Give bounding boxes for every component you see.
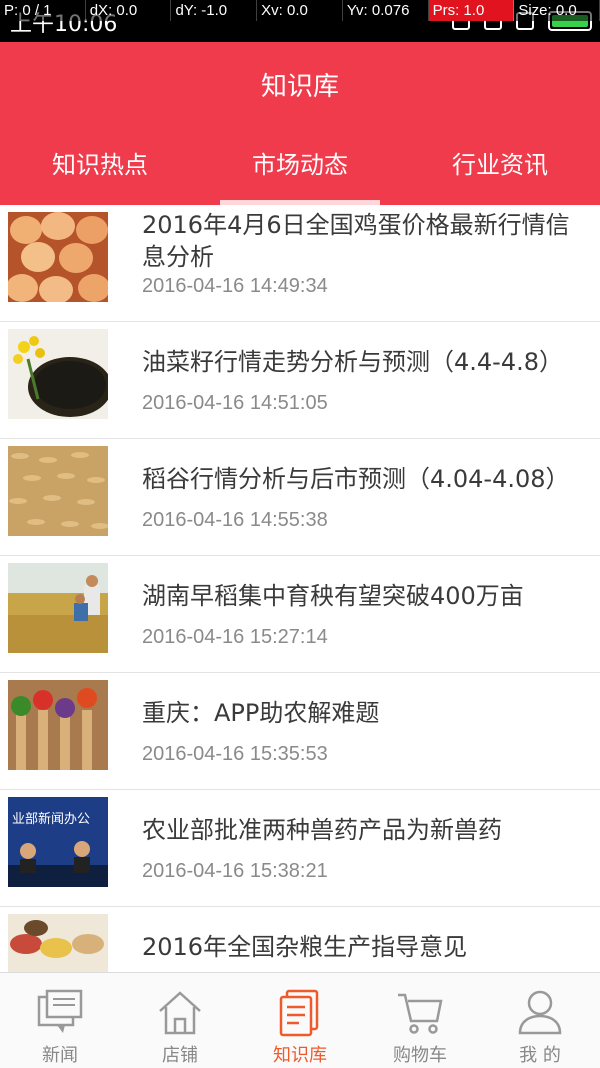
list-item[interactable]: 湖南早稻集中育秧有望突破400万亩 2016-04-16 15:27:14 — [0, 556, 600, 673]
rice-field-thumbnail — [8, 563, 108, 653]
article-date: 2016-04-16 14:55:38 — [142, 509, 328, 531]
nav-cart[interactable]: 购物车 — [360, 973, 480, 1068]
document-icon — [279, 989, 319, 1037]
cart-icon — [398, 993, 443, 1034]
bottom-nav: 新闻 店铺 知识库 购物车 我 的 — [0, 972, 600, 1068]
article-date: 2016-04-16 14:51:05 — [142, 392, 328, 414]
news-chat-icon — [37, 989, 83, 1033]
nav-profile-label: 我 的 — [519, 1045, 561, 1066]
grains-thumbnail — [8, 914, 108, 972]
nav-news[interactable]: 新闻 — [0, 973, 120, 1068]
list-item[interactable]: 2016年4月6日全国鸡蛋价格最新行情信息分析 2016-04-16 14:49… — [0, 205, 600, 322]
article-title: 农业部批准两种兽药产品为新兽药 — [142, 816, 502, 844]
debug-yv: Yv: 0.076 — [343, 0, 429, 21]
article-date: 2016-04-16 15:38:21 — [142, 860, 328, 882]
list-item[interactable]: 重庆：APP助农解难题 2016-04-16 15:35:53 — [0, 673, 600, 790]
pointer-debug-overlay: P: 0 / 1 dX: 0.0 dY: -1.0 Xv: 0.0 Yv: 0.… — [0, 0, 600, 21]
nav-cart-label: 购物车 — [393, 1045, 447, 1066]
article-date: 2016-04-16 15:27:14 — [142, 626, 328, 648]
nav-store-label: 店铺 — [162, 1045, 198, 1066]
vegetables-spoons-thumbnail — [8, 680, 108, 770]
press-conference-thumbnail: 业部新闻办公 — [8, 797, 108, 887]
svg-text:业部新闻办公: 业部新闻办公 — [12, 811, 90, 827]
debug-dx: dX: 0.0 — [86, 0, 172, 21]
list-item[interactable]: 油菜籽行情走势分析与预测（4.4-4.8） 2016-04-16 14:51:0… — [0, 322, 600, 439]
list-item[interactable]: 业部新闻办公 农业部批准两种兽药产品为新兽药 2016-04-16 15:38:… — [0, 790, 600, 907]
article-list[interactable]: 2016年4月6日全国鸡蛋价格最新行情信息分析 2016-04-16 14:49… — [0, 205, 600, 972]
nav-knowledge[interactable]: 知识库 — [240, 973, 360, 1068]
article-date: 2016-04-16 14:49:34 — [142, 275, 328, 297]
eggs-thumbnail — [8, 212, 108, 302]
nav-profile[interactable]: 我 的 — [480, 973, 600, 1068]
debug-pressure: Prs: 1.0 — [428, 0, 515, 21]
article-title: 湖南早稻集中育秧有望突破400万亩 — [142, 582, 524, 610]
article-title: 2016年4月6日全国鸡蛋价格最新行情信息分析 — [142, 211, 570, 271]
tab-industry-news[interactable]: 行业资讯 — [400, 138, 600, 205]
app-header: 知识库 知识热点 市场动态 行业资讯 — [0, 42, 600, 205]
article-date: 2016-04-16 15:35:53 — [142, 743, 328, 765]
page-title: 知识库 — [260, 72, 339, 102]
rapeseed-thumbnail — [8, 329, 108, 419]
user-icon — [518, 990, 562, 1035]
rice-grain-thumbnail — [8, 446, 108, 536]
article-title: 重庆：APP助农解难题 — [142, 699, 380, 727]
category-tabs: 知识热点 市场动态 行业资讯 — [0, 138, 600, 205]
article-title: 油菜籽行情走势分析与预测（4.4-4.8） — [142, 348, 563, 376]
list-item[interactable]: 稻谷行情分析与后市预测（4.04-4.08） 2016-04-16 14:55:… — [0, 439, 600, 556]
debug-size: Size: 0.0 — [514, 0, 600, 21]
tab-knowledge-hot[interactable]: 知识热点 — [0, 138, 200, 205]
nav-store[interactable]: 店铺 — [120, 973, 240, 1068]
list-item[interactable]: 2016年全国杂粮生产指导意见 — [0, 907, 600, 972]
debug-xv: Xv: 0.0 — [257, 0, 343, 21]
article-title: 2016年全国杂粮生产指导意见 — [142, 933, 468, 961]
debug-dy: dY: -1.0 — [171, 0, 258, 21]
nav-knowledge-label: 知识库 — [273, 1045, 327, 1066]
debug-pointer: P: 0 / 1 — [0, 0, 86, 21]
tab-market-news[interactable]: 市场动态 — [200, 138, 400, 205]
home-store-icon — [159, 991, 201, 1035]
article-title: 稻谷行情分析与后市预测（4.04-4.08） — [142, 465, 570, 493]
nav-news-label: 新闻 — [42, 1045, 78, 1066]
